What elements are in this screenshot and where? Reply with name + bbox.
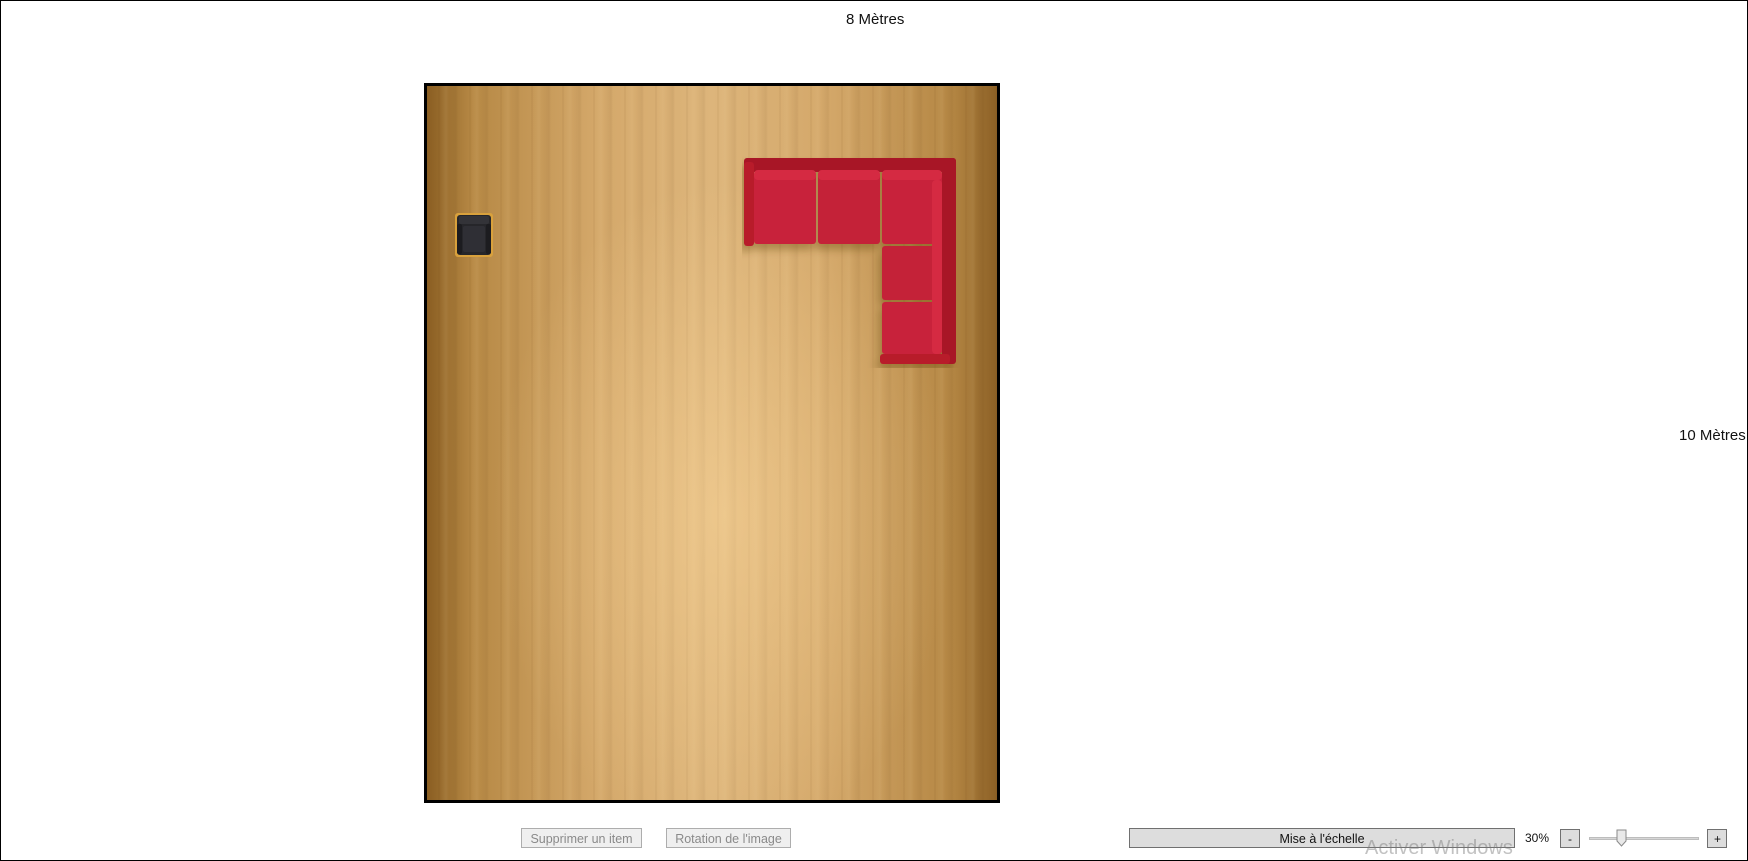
armchair-item[interactable] <box>454 212 494 258</box>
room-floor-canvas[interactable] <box>424 83 1000 803</box>
height-dimension-label: 10 Mètres <box>1679 427 1746 444</box>
app-window: 8 Mètres 10 Mètres Supprimer un item Rot… <box>0 0 1748 861</box>
zoom-slider-thumb[interactable] <box>1616 829 1627 847</box>
l-shaped-sofa-item[interactable] <box>742 156 962 368</box>
zoom-out-button[interactable]: - <box>1560 829 1580 848</box>
zoom-value: 30% <box>1525 831 1550 845</box>
zoom-slider-track[interactable] <box>1589 837 1699 840</box>
width-dimension-label: 8 Mètres <box>846 11 905 28</box>
activate-windows-watermark: Activer Windows <box>1365 837 1513 859</box>
delete-item-button[interactable]: Supprimer un item <box>521 828 642 848</box>
zoom-slider[interactable] <box>1589 829 1699 849</box>
zoom-in-button[interactable]: + <box>1707 829 1727 848</box>
rotate-image-button[interactable]: Rotation de l'image <box>666 828 791 848</box>
